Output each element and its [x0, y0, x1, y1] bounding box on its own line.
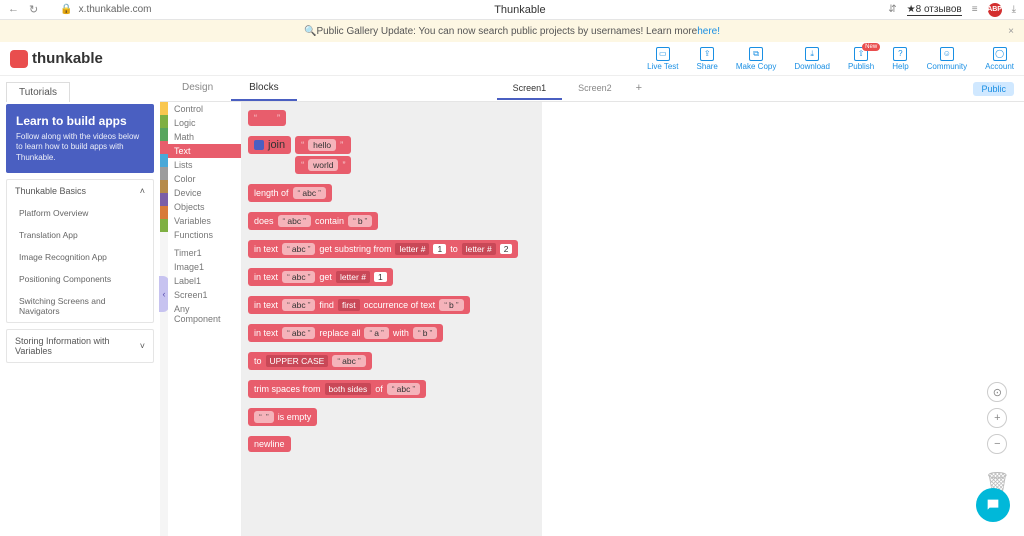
back-icon[interactable]: ← — [8, 3, 19, 16]
tab-blocks[interactable]: Blocks — [231, 76, 296, 101]
tutorials-tab[interactable]: Tutorials — [6, 82, 70, 102]
basics-item[interactable]: Platform Overview — [7, 202, 153, 224]
component-image1[interactable]: Image1 — [168, 260, 241, 274]
tutorials-sidebar: Tutorials Learn to build apps Follow alo… — [0, 76, 160, 536]
basics-item[interactable]: Translation App — [7, 224, 153, 246]
component-label1[interactable]: Label1 — [168, 274, 241, 288]
workspace[interactable]: ⊙ + − 🗑 — [542, 102, 1024, 536]
zoom-in-button[interactable]: + — [987, 408, 1007, 428]
category-color-strip — [160, 102, 168, 536]
phone-icon: ▭ — [656, 47, 670, 61]
block-string-literal[interactable]: “ ” — [248, 110, 286, 126]
component-screen1[interactable]: Screen1 — [168, 288, 241, 302]
logo-icon — [10, 50, 28, 68]
logo[interactable]: thunkable — [10, 50, 103, 68]
browser-chrome: ← ↻ 🔒 x.thunkable.com Thunkable ⇵ ★8 отз… — [0, 0, 1024, 20]
block-replace-all[interactable]: in text “abc” replace all “a” with “b” — [248, 324, 443, 342]
public-chip[interactable]: Public — [973, 82, 1014, 96]
account-button[interactable]: ◯Account — [985, 47, 1014, 71]
banner-link[interactable]: here! — [697, 26, 720, 37]
chevron-down-icon: ˅ — [140, 341, 145, 351]
basics-item[interactable]: Image Recognition App — [7, 246, 153, 268]
share-button[interactable]: ⇪Share — [697, 47, 718, 71]
lock-icon: 🔒 — [60, 4, 72, 15]
download-icon: ⤓ — [805, 47, 819, 61]
basics-item[interactable]: Positioning Components — [7, 268, 153, 290]
block-find-occurrence[interactable]: in text “abc” find first occurrence of t… — [248, 296, 470, 314]
category-math[interactable]: Math — [168, 130, 241, 144]
category-variables[interactable]: Variables — [168, 214, 241, 228]
community-button[interactable]: ☺Community — [927, 47, 967, 71]
tab-design[interactable]: Design — [164, 76, 231, 101]
component-any-component[interactable]: Any Component — [168, 302, 241, 326]
tab-row: Design Blocks Screen1 Screen2 + Public — [160, 76, 1024, 102]
category-color[interactable]: Color — [168, 172, 241, 186]
block-join[interactable]: join “hello” “world” — [248, 136, 536, 174]
block-trim[interactable]: trim spaces from both sides of “abc” — [248, 380, 426, 398]
category-text[interactable]: Text — [168, 144, 241, 158]
editor: ‹ Design Blocks Screen1 Screen2 + Public… — [160, 76, 1024, 536]
block-upper-case[interactable]: to UPPER CASE “abc” — [248, 352, 372, 370]
category-logic[interactable]: Logic — [168, 116, 241, 130]
help-button[interactable]: ?Help — [892, 47, 908, 71]
publish-button[interactable]: ⇧PublishNew — [848, 47, 874, 71]
app-header: thunkable ▭Live Test ⇪Share ⧉Make Copy ⤓… — [0, 42, 1024, 76]
storing-accordion: Storing Information with Variables˅ — [6, 329, 154, 363]
block-get-substring[interactable]: in text “abc” get substring from letter … — [248, 240, 518, 258]
intercom-button[interactable] — [976, 488, 1010, 522]
help-icon: ? — [893, 47, 907, 61]
banner-close-icon[interactable]: × — [1008, 26, 1014, 37]
screen-tab-2[interactable]: Screen2 — [562, 78, 628, 100]
category-device[interactable]: Device — [168, 186, 241, 200]
logo-text: thunkable — [32, 50, 103, 67]
gear-icon[interactable] — [254, 140, 264, 150]
category-list: ControlLogicMathTextListsColorDeviceObje… — [168, 102, 242, 536]
learn-title: Learn to build apps — [16, 114, 144, 128]
download-button[interactable]: ⤓Download — [794, 47, 830, 71]
basics-item[interactable]: Switching Screens and Navigators — [7, 290, 153, 322]
new-badge: New — [862, 43, 880, 51]
category-objects[interactable]: Objects — [168, 200, 241, 214]
abp-icon[interactable]: ABP — [988, 3, 1002, 17]
category-functions[interactable]: Functions — [168, 228, 241, 242]
block-newline[interactable]: newline — [248, 436, 291, 452]
learn-card: Learn to build apps Follow along with th… — [6, 104, 154, 173]
screen-tab-1[interactable]: Screen1 — [497, 78, 563, 100]
component-timer1[interactable]: Timer1 — [168, 246, 241, 260]
blocks-flyout: 🔊 “ ” join “hello” “world” — [242, 102, 542, 536]
chat-icon — [985, 497, 1001, 513]
make-copy-button[interactable]: ⧉Make Copy — [736, 47, 776, 71]
url-text: x.thunkable.com — [79, 4, 152, 15]
page-title: Thunkable — [164, 4, 877, 16]
live-test-button[interactable]: ▭Live Test — [647, 47, 678, 71]
basics-accordion: Thunkable Basics˄ Platform Overview Tran… — [6, 179, 154, 323]
share-icon: ⇪ — [700, 47, 714, 61]
block-get-letter[interactable]: in text “abc” get letter # 1 — [248, 268, 393, 286]
center-button[interactable]: ⊙ — [987, 382, 1007, 402]
zoom-out-button[interactable]: − — [987, 434, 1007, 454]
category-lists[interactable]: Lists — [168, 158, 241, 172]
notification-banner: 🔍 Public Gallery Update: You can now sea… — [0, 20, 1024, 42]
banner-text: Public Gallery Update: You can now searc… — [316, 26, 697, 37]
ext-icon[interactable]: ⇵ — [888, 4, 896, 15]
learn-desc: Follow along with the videos below to le… — [16, 132, 144, 163]
copy-icon: ⧉ — [749, 47, 763, 61]
reviews-link[interactable]: ★8 отзывов — [907, 4, 962, 16]
category-control[interactable]: Control — [168, 102, 241, 116]
community-icon: ☺ — [940, 47, 954, 61]
download-icon[interactable]: ⤓ — [1012, 4, 1016, 15]
block-is-empty[interactable]: “” is empty — [248, 408, 317, 426]
basics-head[interactable]: Thunkable Basics˄ — [7, 180, 153, 202]
add-screen-button[interactable]: + — [628, 78, 650, 100]
block-length-of[interactable]: length of “abc” — [248, 184, 332, 202]
chevron-up-icon: ˄ — [140, 186, 145, 196]
storing-head[interactable]: Storing Information with Variables˅ — [7, 330, 153, 362]
banner-icon: 🔍 — [304, 26, 316, 37]
refresh-icon[interactable]: ↻ — [29, 3, 38, 16]
account-icon: ◯ — [993, 47, 1007, 61]
block-does-contain[interactable]: does “abc” contain “b” — [248, 212, 378, 230]
bars-icon[interactable]: ≡ — [972, 4, 978, 15]
